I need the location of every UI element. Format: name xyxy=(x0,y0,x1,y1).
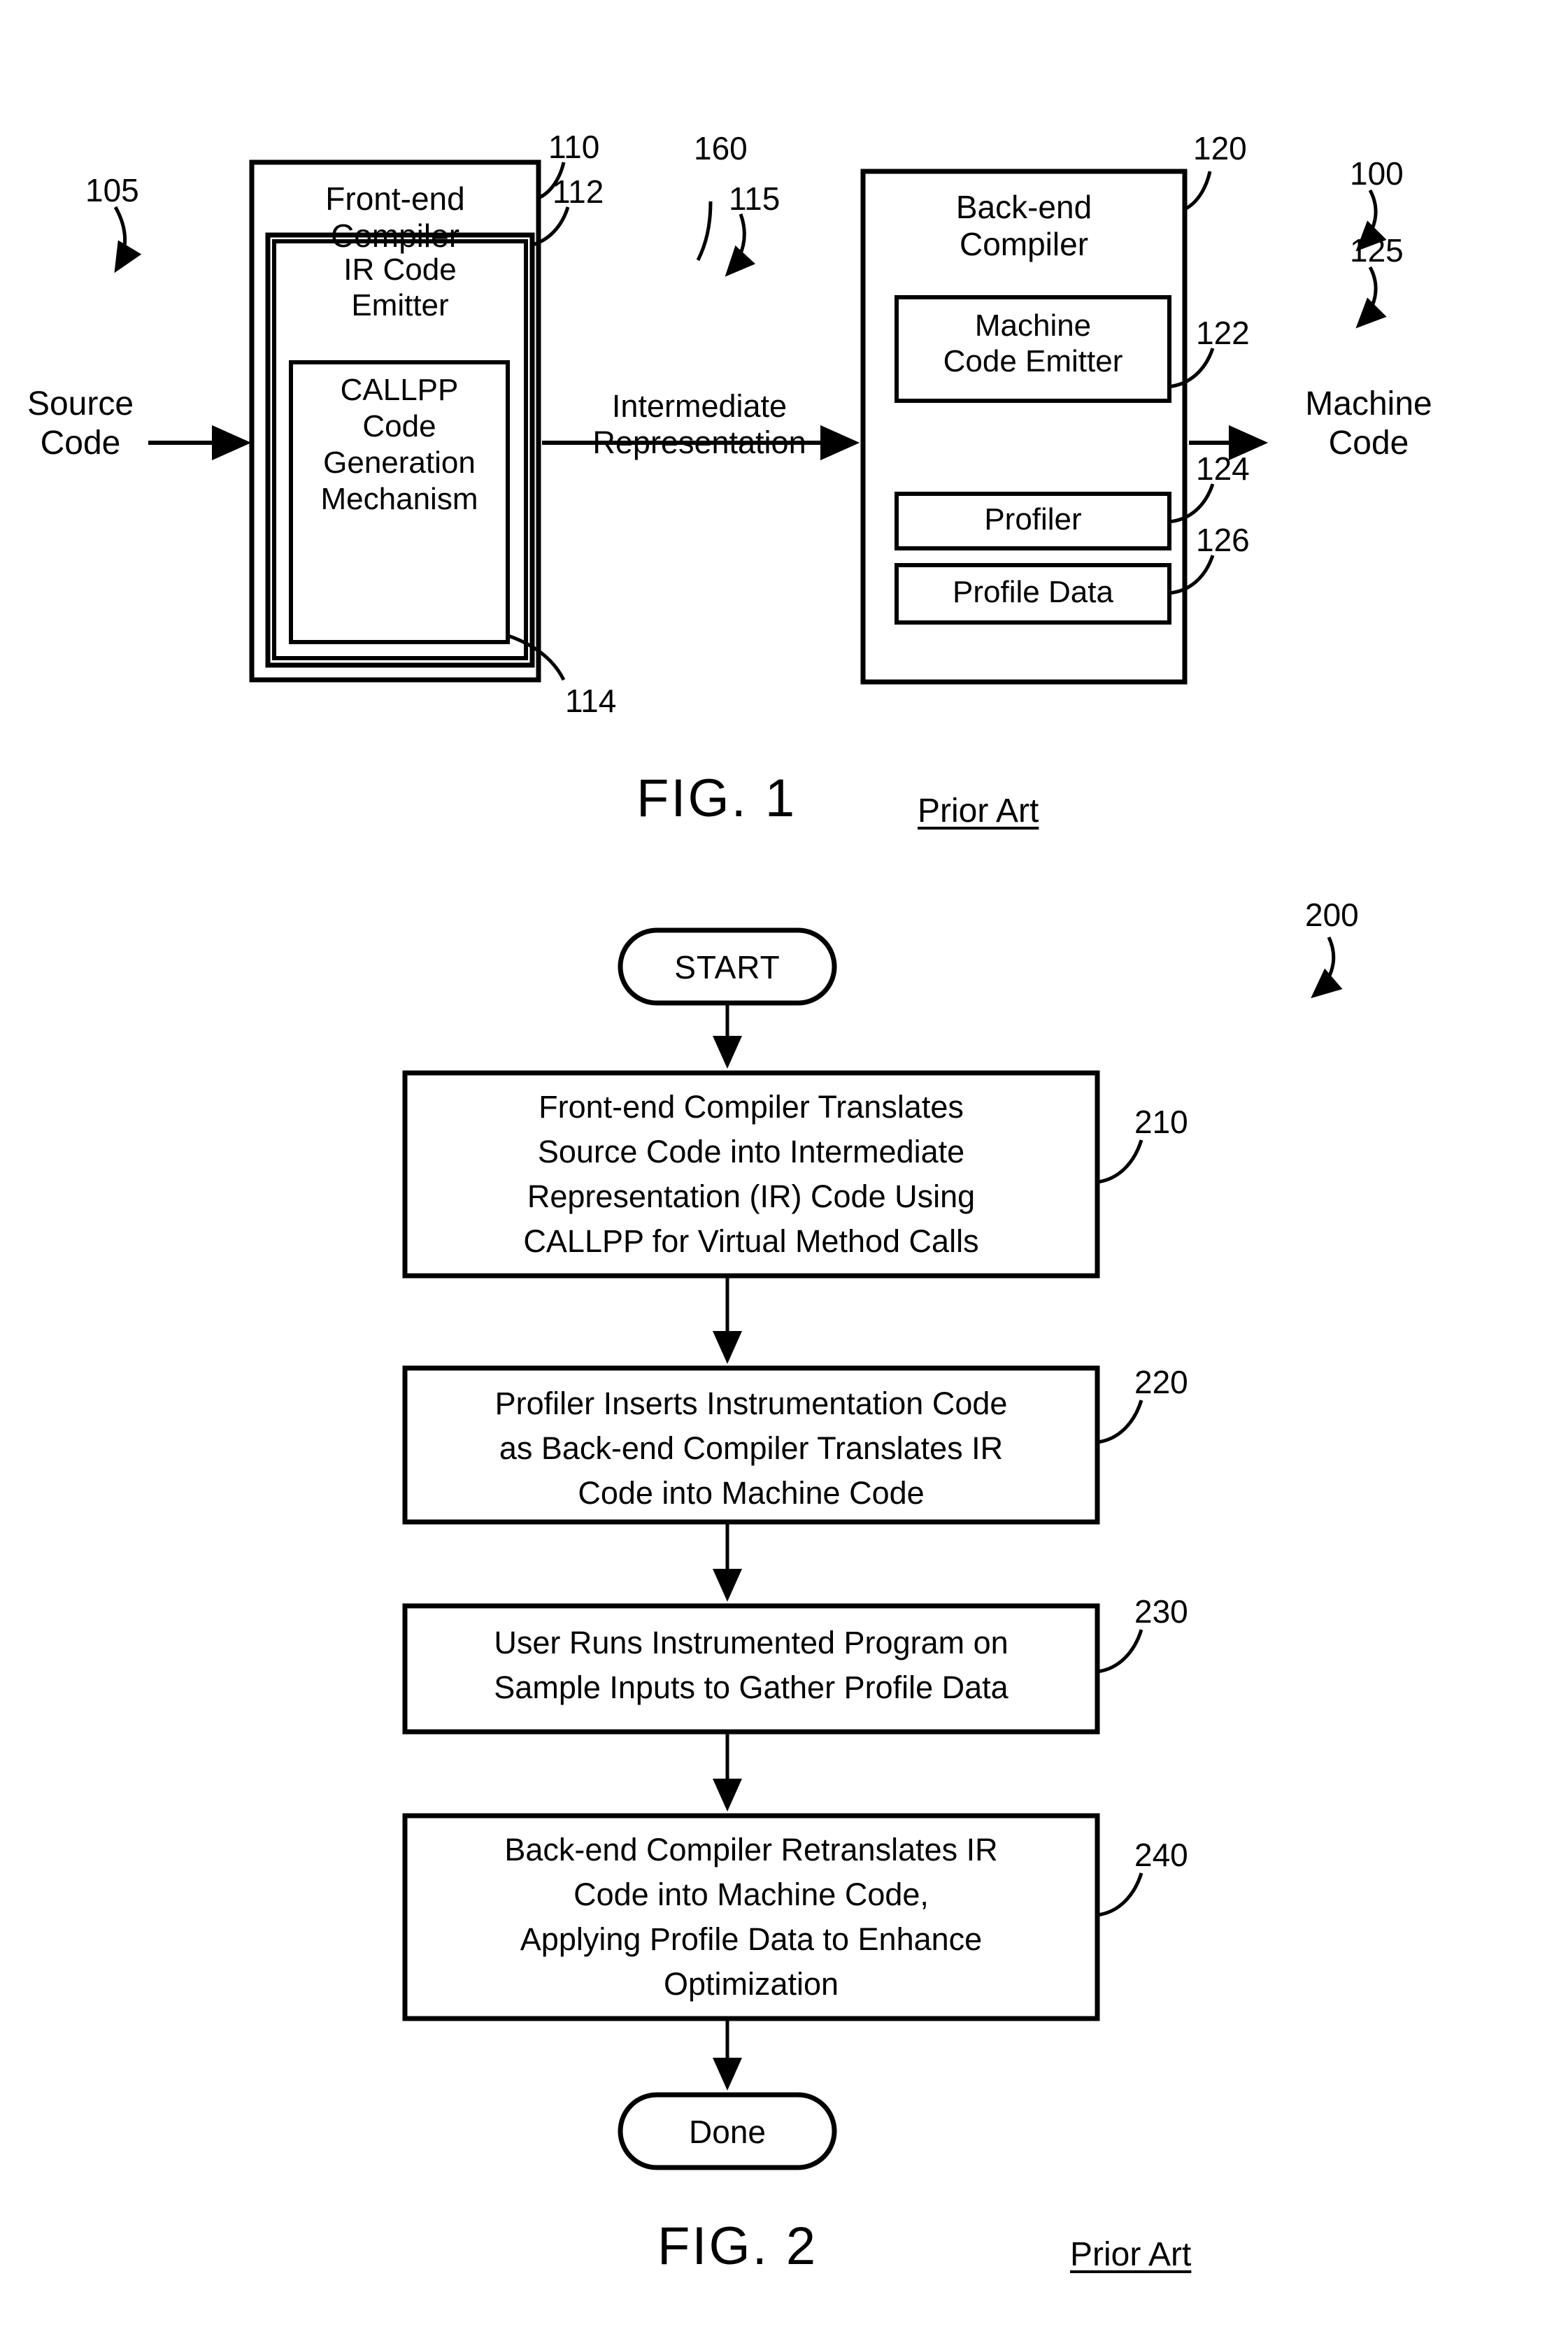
leader-114 xyxy=(506,633,566,681)
intermediate-representation-label: Intermediate Representation xyxy=(592,388,806,461)
ref-240: 240 xyxy=(1134,1837,1188,1873)
leader-115 xyxy=(725,213,756,277)
patent-drawing-sheet: Front-end Compiler IR Code Emitter CALLP… xyxy=(0,0,1568,2327)
leader-200 xyxy=(1311,936,1343,999)
ref-110: 110 xyxy=(548,129,600,165)
ref-115: 115 xyxy=(729,180,781,217)
machine-code-label: Machine Code xyxy=(1305,385,1432,462)
leader-126 xyxy=(1167,555,1215,595)
start-terminator-label: START xyxy=(674,949,781,985)
ref-105: 105 xyxy=(85,172,139,208)
leader-124 xyxy=(1167,483,1215,524)
leader-122 xyxy=(1167,348,1215,389)
leader-220 xyxy=(1097,1400,1143,1444)
ref-120: 120 xyxy=(1193,130,1247,166)
step-210-text: Front-end Compiler Translates Source Cod… xyxy=(523,1089,979,1259)
ref-125: 125 xyxy=(1350,232,1404,269)
fig2-prior-art-note: Prior Art xyxy=(1070,2236,1192,2273)
ref-114: 114 xyxy=(565,683,617,719)
ref-210: 210 xyxy=(1134,1104,1188,1140)
leader-105 xyxy=(113,206,142,273)
ref-220: 220 xyxy=(1134,1364,1188,1400)
profile-data-title: Profile Data xyxy=(953,575,1113,609)
leader-230 xyxy=(1097,1629,1143,1674)
leader-125 xyxy=(1355,266,1387,329)
leader-120 xyxy=(1182,171,1212,212)
leader-210 xyxy=(1097,1139,1143,1184)
source-code-label: Source Code xyxy=(27,385,134,462)
ref-100: 100 xyxy=(1350,155,1404,192)
back-end-compiler-title: Back-end Compiler xyxy=(955,189,1092,263)
callpp-title: CALLPP Code Generation Mechanism xyxy=(320,373,478,516)
ref-112: 112 xyxy=(553,173,604,210)
fig1-prior-art-note: Prior Art xyxy=(918,792,1039,830)
ref-200: 200 xyxy=(1305,897,1359,933)
done-terminator-label: Done xyxy=(689,2114,766,2150)
step-240-text: Back-end Compiler Retranslates IR Code i… xyxy=(504,1832,998,2002)
machine-code-emitter-title: Machine Code Emitter xyxy=(943,308,1123,379)
ref-230: 230 xyxy=(1134,1593,1188,1630)
step-230-text: User Runs Instrumented Program on Sample… xyxy=(494,1625,1008,1705)
ref-124: 124 xyxy=(1196,450,1250,487)
ir-code-emitter-title: IR Code Emitter xyxy=(343,252,457,323)
profiler-title: Profiler xyxy=(984,502,1082,536)
ref-160: 160 xyxy=(694,130,748,166)
front-end-compiler-title: Front-end Compiler xyxy=(325,180,465,255)
leader-160 xyxy=(696,201,713,262)
ref-122: 122 xyxy=(1196,315,1250,351)
step-220-text: Profiler Inserts Instrumentation Code as… xyxy=(494,1386,1008,1511)
leader-240 xyxy=(1097,1872,1143,1917)
fig1-caption: FIG. 1 xyxy=(636,769,797,828)
fig2-caption: FIG. 2 xyxy=(657,2216,818,2276)
ref-126: 126 xyxy=(1196,522,1250,558)
